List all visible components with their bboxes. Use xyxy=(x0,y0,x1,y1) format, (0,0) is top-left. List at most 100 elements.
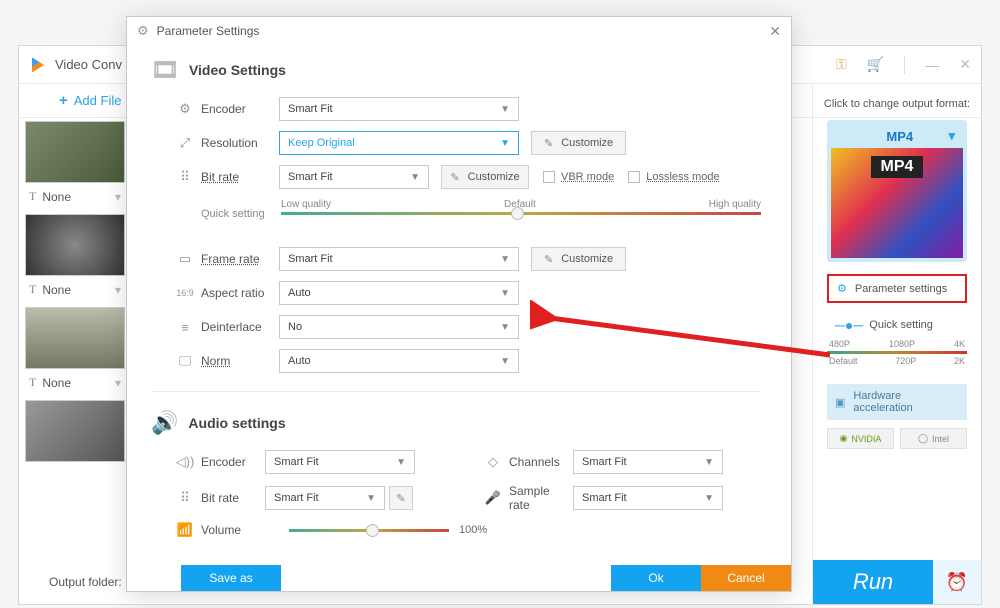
run-button[interactable]: Run xyxy=(813,560,933,604)
aspect-select[interactable]: Auto▼ xyxy=(279,281,519,305)
chevron-down-icon: ▼ xyxy=(410,172,420,183)
text-icon: T xyxy=(29,375,36,390)
alarm-icon: ⏰ xyxy=(946,572,968,593)
chevron-down-icon: ▼ xyxy=(704,457,714,468)
audio-encoder-select[interactable]: Smart Fit▼ xyxy=(265,450,415,474)
hardware-acceleration-toggle[interactable]: ▣ Hardware acceleration xyxy=(827,384,967,420)
quick-setting-label: ─●─ Quick setting xyxy=(821,317,933,333)
video-thumbnail[interactable] xyxy=(25,307,125,369)
chevron-down-icon: ▾ xyxy=(948,128,955,144)
aspect-row: 16:9 Aspect ratio Auto▼ xyxy=(151,281,761,305)
parameter-settings-button[interactable]: ⚙ Parameter settings xyxy=(827,274,967,303)
volume-value: 100% xyxy=(459,524,487,536)
field-label: Sample rate xyxy=(503,484,573,512)
lossless-mode-checkbox[interactable]: Lossless mode xyxy=(628,171,719,183)
slider-knob[interactable] xyxy=(366,524,379,537)
encoder-row: ⚙ Encoder Smart Fit▼ xyxy=(151,97,761,121)
frames-icon: ▭ xyxy=(175,251,195,267)
nvidia-icon: ◉ xyxy=(840,433,848,444)
minimize-icon[interactable]: — xyxy=(925,57,939,73)
volume-slider[interactable] xyxy=(289,529,449,532)
chevron-down-icon: ▼ xyxy=(500,254,510,265)
customize-button[interactable]: ✎Customize xyxy=(441,165,529,189)
dialog-body: 🎞 Video Settings ⚙ Encoder Smart Fit▼ ⤢ … xyxy=(127,45,791,565)
format-selector[interactable]: MP4 ▾ MP4 xyxy=(827,120,967,262)
field-label: Aspect ratio xyxy=(195,286,279,300)
field-label: Quick setting xyxy=(201,208,281,220)
slider-knob[interactable] xyxy=(511,207,524,220)
deinterlace-row: ≡ Deinterlace No▼ xyxy=(151,315,761,339)
deinterlace-select[interactable]: No▼ xyxy=(279,315,519,339)
chevron-down-icon: ▼ xyxy=(500,138,510,149)
dialog-titlebar: ⚙ Parameter Settings ✕ xyxy=(127,17,791,45)
pencil-icon: ✎ xyxy=(396,492,405,505)
cancel-button[interactable]: Cancel xyxy=(701,565,791,591)
edit-button[interactable]: ✎ xyxy=(389,486,413,510)
chevron-down-icon: ▼ xyxy=(366,493,376,504)
video-thumbnail[interactable] xyxy=(25,400,125,462)
norm-select[interactable]: Auto▼ xyxy=(279,349,519,373)
speaker-icon: 🔊 xyxy=(151,410,178,436)
plus-icon: + xyxy=(59,92,68,109)
field-label: Resolution xyxy=(195,136,279,150)
customize-button[interactable]: ✎Customize xyxy=(531,131,626,155)
samplerate-select[interactable]: Smart Fit▼ xyxy=(573,486,723,510)
audio-settings-section: 🔊 Audio settings ◁)) Encoder Smart Fit▼ … xyxy=(151,410,761,538)
channels-icon: ◇ xyxy=(483,454,503,470)
alarm-button[interactable]: ⏰ xyxy=(933,560,981,604)
section-title: Video Settings xyxy=(189,62,286,78)
parameter-settings-dialog: ⚙ Parameter Settings ✕ 🎞 Video Settings … xyxy=(126,16,792,592)
norm-row: 🖵 Norm Auto▼ xyxy=(151,349,761,373)
monitor-icon: 🖵 xyxy=(175,353,195,369)
output-format-hint: Click to change output format: xyxy=(824,98,970,110)
pencil-icon: ✎ xyxy=(450,171,459,184)
video-thumbnail[interactable] xyxy=(25,214,125,276)
expand-icon: ⤢ xyxy=(175,135,195,151)
text-icon: T xyxy=(29,189,36,204)
video-thumbnail[interactable] xyxy=(25,121,125,183)
audio-bitrate-select[interactable]: Smart Fit▼ xyxy=(265,486,385,510)
film-icon: 🎞 xyxy=(151,57,179,83)
quality-slider[interactable]: Low qualityDefaultHigh quality xyxy=(281,199,761,229)
framerate-row: ▭ Frame rate Smart Fit▼ ✎Customize xyxy=(151,247,761,271)
vbr-mode-checkbox[interactable]: VBR mode xyxy=(543,171,614,183)
field-label: Encoder xyxy=(195,455,265,469)
channels-select[interactable]: Smart Fit▼ xyxy=(573,450,723,474)
field-label: Encoder xyxy=(195,102,279,116)
bars-icon: 📶 xyxy=(175,522,195,538)
ok-button[interactable]: Ok xyxy=(611,565,701,591)
chevron-down-icon: ▼ xyxy=(500,288,510,299)
pencil-icon: ✎ xyxy=(544,137,553,150)
app-logo-icon xyxy=(29,56,47,74)
nvidia-badge[interactable]: ◉NVIDIA xyxy=(827,428,894,449)
close-icon[interactable]: ✕ xyxy=(769,23,781,40)
pencil-icon: ✎ xyxy=(544,253,553,266)
format-image: MP4 xyxy=(831,148,963,258)
quick-setting-slider[interactable]: 480P1080P4K Default720P2K xyxy=(827,339,967,366)
chevron-down-icon[interactable]: ▾ xyxy=(115,283,121,297)
thumbnail-subtitle-row: TNone▾ xyxy=(19,371,129,398)
dots-icon: ⠿ xyxy=(175,169,195,185)
field-label: Norm xyxy=(195,354,279,368)
key-icon[interactable]: ⚿ xyxy=(836,56,847,73)
framerate-select[interactable]: Smart Fit▼ xyxy=(279,247,519,271)
chevron-down-icon: ▼ xyxy=(500,322,510,333)
dialog-title: Parameter Settings xyxy=(157,24,260,38)
encoder-select[interactable]: Smart Fit▼ xyxy=(279,97,519,121)
bitrate-select[interactable]: Smart Fit▼ xyxy=(279,165,429,189)
chevron-down-icon[interactable]: ▾ xyxy=(115,190,121,204)
video-settings-section: 🎞 Video Settings ⚙ Encoder Smart Fit▼ ⤢ … xyxy=(151,57,761,373)
cart-icon[interactable]: 🛒 xyxy=(867,56,884,73)
field-label: Channels xyxy=(503,455,573,469)
field-label: Bit rate xyxy=(195,170,279,184)
thumbnail-subtitle-row: TNone▾ xyxy=(19,185,129,212)
resolution-row: ⤢ Resolution Keep Original▼ ✎Customize xyxy=(151,131,761,155)
section-title: Audio settings xyxy=(188,415,285,431)
save-as-button[interactable]: Save as xyxy=(181,565,281,591)
intel-icon: ◯ xyxy=(918,433,928,444)
customize-button[interactable]: ✎Customize xyxy=(531,247,626,271)
resolution-select[interactable]: Keep Original▼ xyxy=(279,131,519,155)
close-icon[interactable]: ✕ xyxy=(959,56,971,73)
chevron-down-icon[interactable]: ▾ xyxy=(115,376,121,390)
intel-badge[interactable]: ◯Intel xyxy=(900,428,967,449)
